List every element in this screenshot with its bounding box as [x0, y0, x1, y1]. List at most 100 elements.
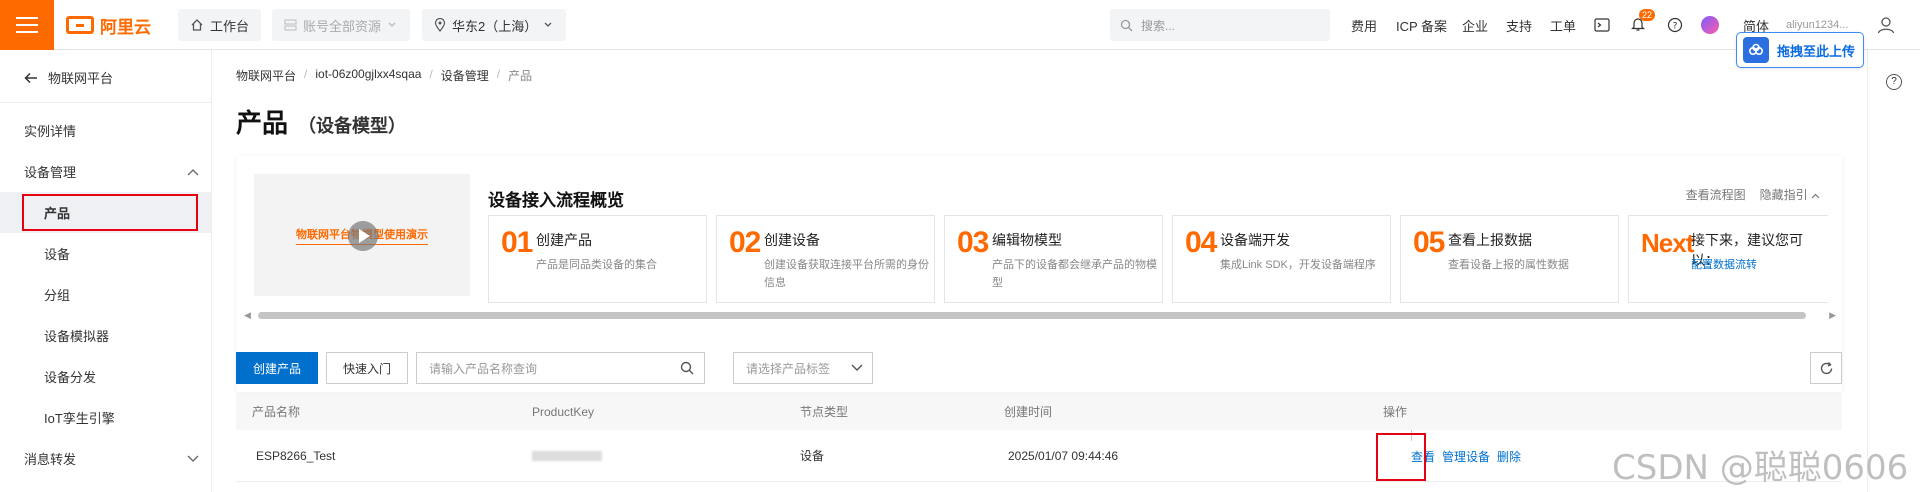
step-desc: 产品下的设备都会继承产品的物模型	[992, 259, 1157, 289]
page-title-text: 产品	[236, 108, 289, 138]
sidebar-item-label: 设备分发	[44, 370, 97, 385]
refresh-button[interactable]	[1810, 352, 1842, 384]
step-number: 03	[957, 226, 989, 259]
home-icon	[191, 19, 203, 31]
sidebar: 物联网平台 实例详情 设备管理 产品 设备 分组 设备模拟器 设备分发 IoT孪…	[0, 50, 212, 492]
step-desc: 产品是同品类设备的集合	[536, 259, 657, 271]
col-header-product-name: 产品名称	[252, 405, 301, 419]
product-search-input[interactable]: 请输入产品名称查询	[416, 352, 705, 384]
flow-step-create-device[interactable]: 02 创建设备 创建设备获取连接平台所需的身份信息	[716, 215, 935, 303]
step-desc: 集成Link SDK，开发设备端程序	[1220, 259, 1376, 271]
terminal-button[interactable]	[1594, 0, 1610, 50]
sidebar-item-label: 设备管理	[24, 165, 77, 180]
table-header: 产品名称 ProductKey 节点类型 创建时间 操作	[236, 394, 1842, 430]
help-button[interactable]: ?	[1667, 0, 1683, 50]
scrollbar-thumb[interactable]	[258, 312, 1806, 319]
sidebar-item-label: 分组	[44, 288, 71, 303]
nav-ticket[interactable]: 工单	[1550, 0, 1576, 50]
view-flowchart-link[interactable]: 查看流程图	[1686, 186, 1746, 203]
sidebar-item-label: IoT孪生引擎	[44, 411, 115, 426]
quickstart-button[interactable]: 快速入门	[326, 352, 408, 384]
notification-button[interactable]: 22	[1631, 0, 1656, 50]
nav-enterprise[interactable]: 企业	[1462, 0, 1488, 50]
create-product-button[interactable]: 创建产品	[236, 352, 318, 384]
region-selector[interactable]: 华东2（上海）	[422, 9, 566, 41]
csdn-watermark: CSDN @聪聪0606	[1612, 448, 1909, 488]
col-header-created-time: 创建时间	[1004, 405, 1053, 419]
flow-step-edit-thing-model[interactable]: 03 编辑物模型 产品下的设备都会继承产品的物模型	[944, 215, 1163, 303]
scroll-right-icon[interactable]: ▶	[1829, 310, 1836, 321]
breadcrumb-item[interactable]: iot-06z00gjlxx4sqaa	[315, 67, 421, 84]
product-tag-select[interactable]: 请选择产品标签	[733, 352, 873, 384]
flow-step-create-product[interactable]: 01 创建产品 产品是同品类设备的集合	[488, 215, 707, 303]
step-title: 设备端开发	[1220, 232, 1290, 248]
col-header-actions: 操作	[1383, 405, 1408, 419]
drag-upload-widget[interactable]: 拖拽至此上传	[1736, 32, 1864, 68]
flow-step-device-dev[interactable]: 04 设备端开发 集成Link SDK，开发设备端程序	[1172, 215, 1391, 303]
search-icon[interactable]	[680, 361, 694, 375]
manage-devices-link[interactable]: 管理设备	[1442, 448, 1490, 465]
nav-ticket-label: 工单	[1550, 18, 1577, 34]
nav-enterprise-label: 企业	[1462, 18, 1489, 34]
sidebar-item-instance-detail[interactable]: 实例详情	[0, 110, 211, 151]
ai-assistant-icon	[1701, 16, 1719, 34]
cloud-upload-icon	[1743, 37, 1769, 63]
table-row: ESP8266_Test 设备 2025/01/07 09:44:46 查看 管…	[236, 430, 1842, 482]
breadcrumb-item[interactable]: 物联网平台	[236, 67, 296, 84]
back-to-iot-platform[interactable]: 物联网平台	[24, 68, 113, 87]
aliyun-logo[interactable]: 阿里云	[66, 14, 151, 37]
breadcrumb-sep: /	[496, 67, 501, 81]
hide-guide-link[interactable]: 隐藏指引	[1760, 186, 1820, 203]
configure-data-forwarding-link[interactable]: 配置数据流转	[1691, 256, 1856, 274]
breadcrumb-item[interactable]: 设备管理	[441, 67, 489, 84]
breadcrumb-sep: /	[429, 67, 433, 81]
step-title: 查看上报数据	[1448, 232, 1532, 248]
sidebar-item-group[interactable]: 分组	[0, 274, 211, 315]
ai-assistant-button[interactable]	[1701, 0, 1719, 50]
delete-product-link[interactable]: 删除	[1497, 448, 1521, 465]
aliyun-logo-icon	[66, 16, 94, 34]
sidebar-group-device-management[interactable]: 设备管理	[0, 151, 211, 192]
back-label: 物联网平台	[48, 71, 114, 86]
horizontal-scrollbar[interactable]: ◀ ▶	[244, 310, 1836, 320]
play-icon[interactable]	[348, 221, 378, 251]
location-pin-icon	[434, 18, 446, 32]
demo-video[interactable]: 物联网平台物模型使用演示	[254, 174, 470, 296]
resource-grid-icon	[284, 19, 297, 30]
step-number: 04	[1185, 226, 1217, 259]
account-name: aliyun1234...	[1786, 19, 1849, 31]
highlight-box-view	[1376, 433, 1426, 481]
nav-support[interactable]: 支持	[1506, 0, 1532, 50]
arrow-left-icon	[24, 72, 37, 83]
sidebar-item-device-simulator[interactable]: 设备模拟器	[0, 315, 211, 356]
breadcrumb-item: 产品	[508, 69, 533, 83]
global-search-input[interactable]: 搜索...	[1110, 9, 1330, 41]
workbench-button[interactable]: 工作台	[178, 9, 262, 41]
top-bar: 阿里云 工作台 账号全部资源 华东2（上海） 搜索... 费用 ICP 备案 企…	[0, 0, 1920, 50]
flow-step-next[interactable]: Next 接下来，建议您可以： 配置数据流转	[1628, 215, 1828, 303]
refresh-icon	[1820, 361, 1832, 374]
step-title: 创建产品	[536, 232, 592, 248]
sidebar-item-label: 实例详情	[24, 124, 77, 139]
sidebar-item-device[interactable]: 设备	[0, 233, 211, 274]
svg-text:?: ?	[1673, 22, 1678, 32]
user-avatar[interactable]	[1876, 0, 1896, 50]
scroll-left-icon[interactable]: ◀	[244, 310, 251, 321]
nav-icp[interactable]: ICP 备案	[1396, 0, 1447, 50]
step-title: 创建设备	[764, 232, 820, 248]
product-name-cell: ESP8266_Test	[256, 449, 336, 463]
chevron-down-icon	[544, 22, 552, 27]
sidebar-item-iot-twin-engine[interactable]: IoT孪生引擎	[0, 397, 211, 438]
page-help-icon[interactable]: ?	[1886, 74, 1902, 90]
chevron-up-icon	[187, 168, 199, 175]
chevron-down-icon	[851, 364, 863, 371]
menu-button[interactable]	[0, 0, 54, 50]
sidebar-group-message-forwarding[interactable]: 消息转发	[0, 438, 211, 479]
sidebar-item-device-distribution[interactable]: 设备分发	[0, 356, 211, 397]
nav-fees[interactable]: 费用	[1351, 0, 1377, 50]
resources-selector[interactable]: 账号全部资源	[272, 9, 410, 41]
breadcrumb-sep: /	[304, 67, 308, 81]
flow-step-view-data[interactable]: 05 查看上报数据 查看设备上报的属性数据	[1400, 215, 1619, 303]
step-desc: 创建设备获取连接平台所需的身份信息	[764, 259, 929, 289]
chevron-down-icon	[187, 455, 199, 462]
